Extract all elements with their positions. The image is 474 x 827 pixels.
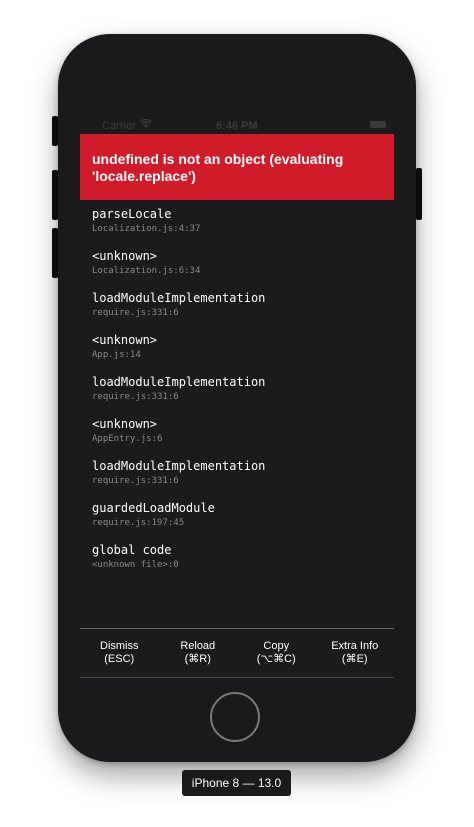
stack-frame-location: require.js:331:6 xyxy=(92,476,179,486)
extra-info-label: Extra Info xyxy=(331,640,379,652)
simulator-stage: Carrier 6:46 PM undefined is not an obje… xyxy=(0,0,474,827)
copy-button[interactable]: Copy (⌥⌘C) xyxy=(237,629,316,678)
stack-frame-method: loadModuleImplementation xyxy=(92,375,266,389)
reload-shortcut: (⌘R) xyxy=(184,653,211,665)
power-button xyxy=(416,168,422,220)
stack-frame-location: require.js:331:6 xyxy=(92,392,179,402)
wifi-icon xyxy=(140,119,152,128)
device-screen: Carrier 6:46 PM undefined is not an obje… xyxy=(80,112,394,678)
stack-frame-method: global code xyxy=(92,543,172,557)
stack-frame-location: App.js:14 xyxy=(92,350,141,360)
stack-frame-location: require.js:197:45 xyxy=(92,518,185,528)
stack-frame[interactable]: <unknown> AppEntry.js:6 xyxy=(92,417,388,459)
stack-frame-method: <unknown> xyxy=(92,249,158,263)
stack-frame-location: Localization.js:6:34 xyxy=(92,266,201,276)
stack-frame-method: <unknown> xyxy=(92,333,158,347)
stack-frame-method: <unknown> xyxy=(92,417,158,431)
stack-frame[interactable]: parseLocale Localization.js:4:37 xyxy=(92,207,388,249)
screen-bottom-edge xyxy=(80,677,394,678)
stack-frame-location: <unknown file>:0 xyxy=(92,560,179,570)
reload-label: Reload xyxy=(180,640,216,652)
battery-icon xyxy=(370,121,386,128)
stack-frame-method: loadModuleImplementation xyxy=(92,291,266,305)
dismiss-label: Dismiss xyxy=(100,640,139,652)
extra-info-button[interactable]: Extra Info (⌘E) xyxy=(316,629,395,678)
dismiss-button[interactable]: Dismiss (ESC) xyxy=(80,629,159,678)
copy-label: Copy xyxy=(263,640,290,652)
stack-trace-list: parseLocale Localization.js:4:37 <unknow… xyxy=(92,207,388,585)
status-carrier: Carrier xyxy=(102,120,136,132)
stack-frame[interactable]: <unknown> App.js:14 xyxy=(92,333,388,375)
stack-frame-method: parseLocale xyxy=(92,207,172,221)
stack-frame-method: loadModuleImplementation xyxy=(92,459,266,473)
stack-frame[interactable]: loadModuleImplementation require.js:331:… xyxy=(92,375,388,417)
status-bar: Carrier 6:46 PM xyxy=(80,112,394,134)
device-name-label: iPhone 8 — 13.0 xyxy=(182,770,291,796)
dismiss-shortcut: (ESC) xyxy=(104,653,135,665)
status-time: 6:46 PM xyxy=(216,120,258,132)
stack-frame-location: AppEntry.js:6 xyxy=(92,434,163,444)
redbox-footer: Dismiss (ESC) Reload (⌘R) Copy (⌥⌘C) Ext… xyxy=(80,629,394,678)
stack-frame[interactable]: loadModuleImplementation require.js:331:… xyxy=(92,291,388,333)
error-message-text: undefined is not an object (evaluating '… xyxy=(92,151,344,184)
copy-shortcut: (⌥⌘C) xyxy=(256,653,296,665)
stack-frame[interactable]: loadModuleImplementation require.js:331:… xyxy=(92,459,388,501)
stack-frame[interactable]: global code <unknown file>:0 xyxy=(92,543,388,585)
error-message-banner: undefined is not an object (evaluating '… xyxy=(80,134,394,200)
stack-frame[interactable]: <unknown> Localization.js:6:34 xyxy=(92,249,388,291)
stack-frame-location: Localization.js:4:37 xyxy=(92,224,201,234)
reload-button[interactable]: Reload (⌘R) xyxy=(159,629,238,678)
stack-frame[interactable]: guardedLoadModule require.js:197:45 xyxy=(92,501,388,543)
home-button[interactable] xyxy=(210,692,260,742)
extra-info-shortcut: (⌘E) xyxy=(341,653,368,665)
stack-frame-location: require.js:331:6 xyxy=(92,308,179,318)
stack-frame-method: guardedLoadModule xyxy=(92,501,215,515)
